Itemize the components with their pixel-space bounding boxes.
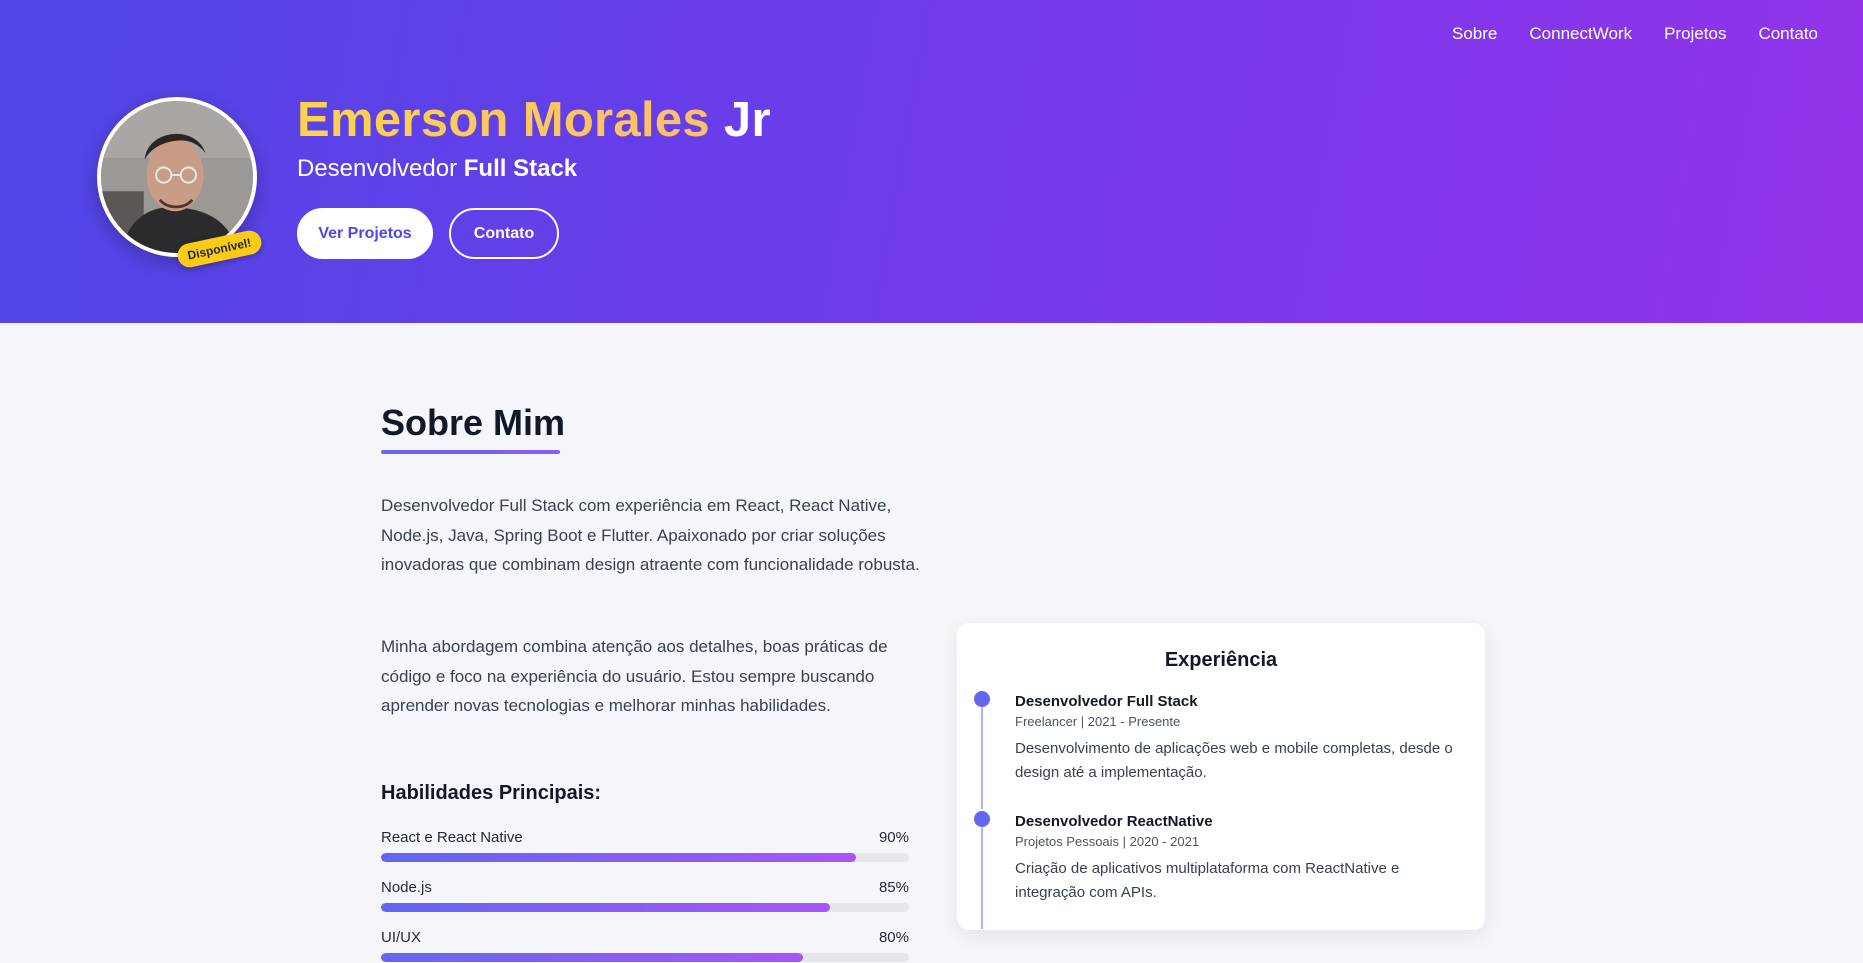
timeline-line [981, 827, 983, 929]
profile-photo [101, 101, 253, 253]
nav-link-sobre[interactable]: Sobre [1452, 24, 1497, 44]
experience-role: Desenvolvedor Full Stack [1015, 693, 1198, 710]
about-paragraph-1: Desenvolvedor Full Stack com experiência… [381, 496, 920, 574]
contact-button[interactable]: Contato [449, 208, 559, 259]
experience-meta: Projetos Pessoais | 2020 - 2021 [1015, 834, 1200, 849]
about-title: Sobre Mim [381, 402, 566, 443]
name-suffix: Jr [710, 93, 771, 147]
skill-progress-fill [381, 953, 804, 962]
page-title: Emerson Morales Jr [297, 92, 771, 148]
skill-percent: 90% [878, 829, 909, 846]
skill-progress-track [381, 853, 909, 862]
skill-percent: 85% [878, 879, 909, 896]
about-paragraph-2: Minha abordagem combina atenção aos deta… [381, 637, 888, 715]
skill-item: UI/UX 80% [381, 929, 909, 962]
timeline-item: Desenvolvedor Full Stack Freelancer | 20… [1015, 693, 1465, 785]
experience-meta: Freelancer | 2021 - Presente [1015, 714, 1181, 729]
top-navigation: Sobre ConnectWork Projetos Contato [1452, 24, 1818, 44]
nav-link-contato[interactable]: Contato [1758, 24, 1818, 44]
view-projects-button[interactable]: Ver Projetos [297, 208, 433, 259]
experience-title: Experiência [1164, 649, 1278, 671]
skill-progress-fill [381, 903, 830, 912]
nav-link-connectwork[interactable]: ConnectWork [1529, 24, 1632, 44]
job-title: Desenvolvedor Full Stack [297, 155, 577, 183]
skill-progress-track [381, 903, 909, 912]
timeline-item: Desenvolvedor ReactNative Projetos Pesso… [1015, 813, 1465, 905]
experience-description: Desenvolvimento de aplicações web e mobi… [1015, 740, 1453, 781]
skill-label: Node.js [381, 879, 432, 896]
role-prefix: Desenvolvedor [297, 155, 464, 182]
skill-label: UI/UX [381, 929, 422, 946]
title-underline [381, 450, 560, 454]
skill-percent: 80% [878, 929, 909, 946]
skill-label: React e React Native [381, 829, 523, 846]
name-highlight: Emerson Morales [297, 93, 710, 147]
experience-card: Experiência Desenvolvedor Full Stack Fre… [957, 623, 1485, 930]
timeline-dot [974, 691, 990, 707]
experience-role: Desenvolvedor ReactNative [1015, 813, 1213, 830]
skill-item: Node.js 85% [381, 879, 909, 912]
nav-link-projetos[interactable]: Projetos [1664, 24, 1726, 44]
role-highlight: Full Stack [463, 155, 578, 182]
timeline-dot [974, 811, 990, 827]
skill-progress-track [381, 953, 909, 962]
skills-title: Habilidades Principais: [381, 782, 602, 804]
skill-progress-fill [381, 853, 857, 862]
timeline-line [981, 707, 983, 809]
experience-description: Criação de aplicativos multiplataforma c… [1015, 860, 1400, 901]
hero-banner: Sobre ConnectWork Projetos Contato Dispo… [0, 0, 1863, 323]
skill-item: React e React Native 90% [381, 829, 909, 862]
